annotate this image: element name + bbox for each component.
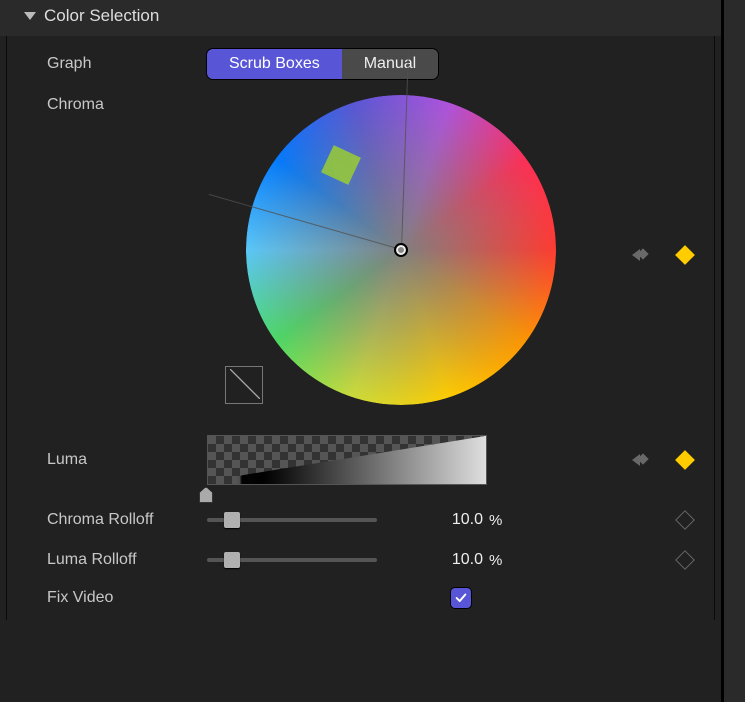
keyframe-diamond-icon[interactable] [675, 450, 695, 470]
graph-label: Graph [17, 55, 207, 73]
luma-rolloff-label: Luma Rolloff [17, 551, 207, 569]
keyframe-prev-icon[interactable] [632, 248, 650, 262]
keyframe-diamond-icon[interactable] [675, 245, 695, 265]
luma-row: Luma [17, 420, 704, 500]
slider-thumb[interactable] [224, 552, 240, 568]
graph-mode-segmented: Scrub Boxes Manual [207, 49, 438, 79]
graph-row: Graph Scrub Boxes Manual [17, 44, 704, 84]
luma-control[interactable] [207, 435, 497, 485]
section-header[interactable]: Color Selection [0, 0, 721, 36]
chroma-label: Chroma [17, 90, 207, 114]
chroma-rolloff-label: Chroma Rolloff [17, 511, 207, 529]
fix-video-row: Fix Video [17, 580, 704, 620]
fix-video-label: Fix Video [17, 589, 207, 607]
percent-unit: % [489, 552, 502, 569]
luma-rolloff-row: Luma Rolloff 10.0 % [17, 540, 704, 580]
luma-rolloff-value[interactable]: 10.0 [413, 551, 483, 569]
manual-button[interactable]: Manual [342, 49, 438, 79]
chroma-row: Chroma [17, 90, 704, 420]
section-title: Color Selection [44, 6, 159, 26]
luma-rolloff-slider[interactable] [207, 558, 377, 562]
falloff-curve-icon[interactable] [225, 366, 263, 404]
luma-gradient-strip[interactable] [207, 435, 487, 485]
luma-label: Luma [17, 451, 207, 469]
inspector-panel: Color Selection Graph Scrub Boxes Manual… [0, 0, 723, 702]
chroma-rolloff-row: Chroma Rolloff 10.0 % [17, 500, 704, 540]
keyframe-diamond-icon[interactable] [675, 510, 695, 530]
disclosure-triangle-icon[interactable] [24, 12, 36, 20]
scrollbar-gutter[interactable] [723, 0, 745, 702]
scrub-boxes-button[interactable]: Scrub Boxes [207, 49, 342, 79]
keyframe-diamond-icon[interactable] [675, 550, 695, 570]
fix-video-checkbox[interactable] [451, 588, 471, 608]
checkmark-icon [454, 591, 468, 605]
slider-thumb[interactable] [224, 512, 240, 528]
chroma-rolloff-value[interactable]: 10.0 [413, 511, 483, 529]
percent-unit: % [489, 512, 502, 529]
keyframe-prev-icon[interactable] [632, 453, 650, 467]
wheel-center-handle[interactable] [394, 243, 408, 257]
chroma-wheel[interactable] [241, 90, 561, 410]
chroma-rolloff-slider[interactable] [207, 518, 377, 522]
